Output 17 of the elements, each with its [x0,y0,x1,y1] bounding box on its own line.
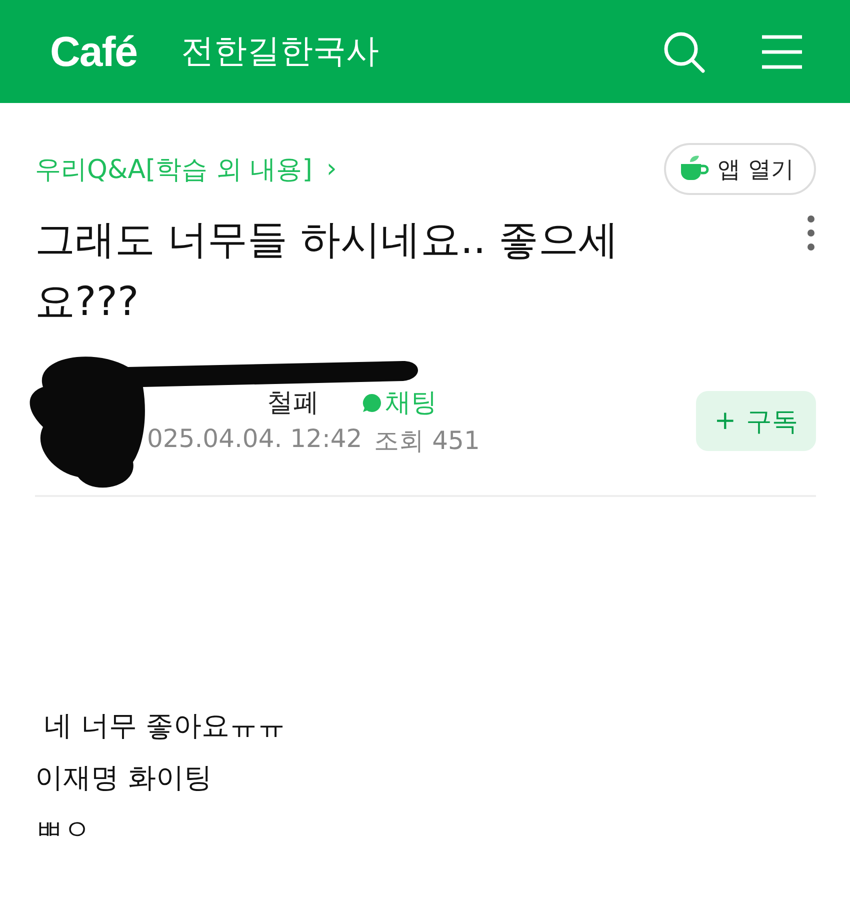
search-icon[interactable] [662,30,706,74]
post-text-line: 이재명 화이팅 [35,760,213,796]
menu-icon[interactable] [762,34,802,68]
cafe-name: 전한길한국사 [181,30,380,72]
more-options-icon[interactable] [806,215,816,251]
cafe-logo[interactable]: Café [50,28,138,76]
view-count: 조회 451 [374,425,480,457]
post-title: 그래도 너무들 하시네요.. 좋으세요??? [35,216,620,327]
open-app-button[interactable]: 앱 열기 [664,143,816,195]
post-text-line: 네 너무 좋아요ㅠㅠ [42,708,287,744]
author-name[interactable]: 철폐 [267,385,319,420]
post-date: 025.04.04. 12:42 [147,424,362,455]
subscribe-button[interactable]: + 구독 [696,391,816,451]
board-link[interactable]: 우리Q&A[학습 외 내용] › [35,152,337,186]
post-text-line: ㅃㅇ [35,812,92,848]
chat-link[interactable]: 채팅 [361,385,437,420]
chat-bubble-icon [361,392,383,414]
